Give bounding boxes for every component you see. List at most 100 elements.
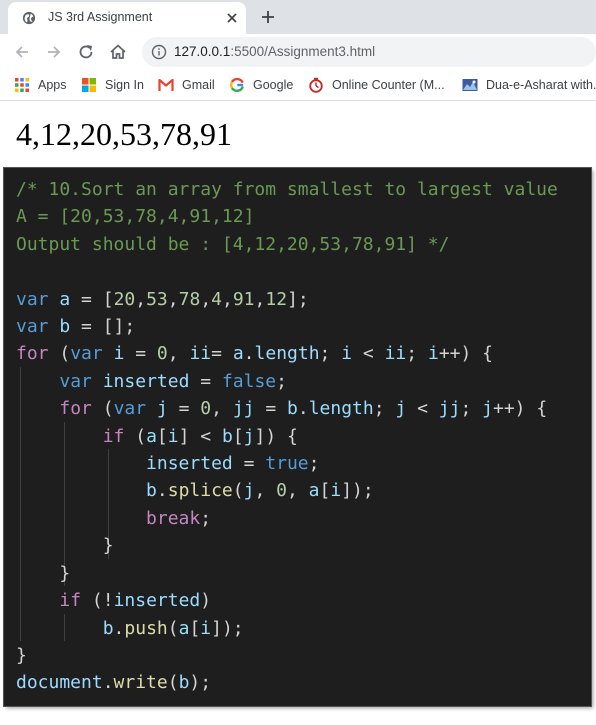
code-token: ( <box>232 480 244 502</box>
bookmark-gmail[interactable]: Gmail <box>158 76 215 94</box>
code-token: } <box>16 562 71 584</box>
code-token: ]; <box>287 288 309 310</box>
code-token: false <box>221 370 277 392</box>
code-token: ( <box>48 343 71 365</box>
info-icon[interactable] <box>151 44 167 60</box>
code-line: var inserted = false; <box>16 368 558 395</box>
code-token: splice <box>167 480 233 502</box>
code-token: var <box>16 316 49 338</box>
bookmark-google[interactable]: Google <box>229 76 293 94</box>
code-line: b.push(a[i]); <box>16 615 558 642</box>
close-tab-icon[interactable] <box>224 10 240 26</box>
home-icon[interactable] <box>108 42 128 62</box>
bookmark-label: Sign In <box>105 78 144 92</box>
back-arrow-icon[interactable] <box>12 42 32 62</box>
bookmark-dua-e-asharat[interactable]: Dua-e-Asharat with... <box>462 76 596 94</box>
bookmark-label: Gmail <box>182 78 215 92</box>
bookmark-image-icon <box>462 79 478 91</box>
code-token: , <box>222 288 233 310</box>
code-line: var a = [20,53,78,4,91,12]; <box>16 286 558 313</box>
bookmark-label: Online Counter (M... <box>332 78 445 92</box>
code-token: for <box>59 398 92 420</box>
bookmark-sign-in[interactable]: Sign In <box>81 76 144 94</box>
reload-icon[interactable] <box>76 42 96 62</box>
code-token: < <box>406 398 439 420</box>
code-token: b <box>287 398 298 420</box>
code-token: var <box>59 370 92 392</box>
code-token: ; <box>373 398 396 420</box>
url-path: :5500/Assignment3.html <box>230 44 376 59</box>
code-token: ; <box>460 398 483 420</box>
code-line: } <box>16 642 558 669</box>
code-token: . <box>243 343 255 365</box>
code-token: length <box>308 398 374 420</box>
code-token: ( <box>167 617 179 639</box>
code-token: ]) { <box>254 425 298 447</box>
code-token: , <box>200 288 212 310</box>
code-token: ( <box>167 672 179 694</box>
forward-arrow-icon[interactable] <box>44 42 64 62</box>
code-token: j <box>156 398 168 420</box>
code-token: b <box>146 480 157 502</box>
code-token: ++) { <box>493 398 548 420</box>
code-line: document.write(b); <box>16 669 558 696</box>
code-token: ; <box>406 343 428 365</box>
code-token: j <box>243 480 255 502</box>
code-line: /* 10.Sort an array from smallest to lar… <box>16 176 558 203</box>
code-token: , <box>254 480 277 502</box>
code-token: /* 10.Sort an array from smallest to lar… <box>16 179 558 200</box>
code-token: inserted <box>102 370 190 392</box>
code-token: < <box>352 343 385 365</box>
code-token: , <box>167 288 179 310</box>
code-token: , <box>167 343 190 365</box>
code-token: a <box>178 617 190 639</box>
apps-grid-icon <box>15 78 29 92</box>
globe-icon <box>22 11 36 25</box>
code-line: b.splice(j, 0, a[i]); <box>16 477 558 504</box>
code-token: [ <box>232 425 244 447</box>
code-screenshot: /* 10.Sort an array from smallest to lar… <box>4 168 591 706</box>
code-token: var <box>113 398 147 420</box>
bookmark-online-counter[interactable]: Online Counter (M... <box>308 76 445 94</box>
code-token: ); <box>189 672 212 694</box>
code-line: for (var i = 0, ii= a.length; i < ii; i+… <box>16 340 558 367</box>
code-line: A = [20,53,78,4,91,12] <box>16 203 558 230</box>
code-token: ; <box>319 343 342 365</box>
code-token: j <box>482 398 493 420</box>
code-token: } <box>16 535 114 557</box>
code-token: 0 <box>156 343 168 365</box>
address-bar[interactable]: 127.0.0.1:5500/Assignment3.html <box>142 37 596 67</box>
code-token: = <box>189 370 222 392</box>
code-token: ++) { <box>438 343 493 365</box>
code-token: for <box>16 343 49 365</box>
tab-title: JS 3rd Assignment <box>48 10 153 24</box>
code-token: A = [20,53,78,4,91,12] <box>16 206 255 228</box>
code-token: ]); <box>341 480 374 502</box>
code-line: inserted = true; <box>16 450 558 477</box>
code-token: , <box>286 480 309 502</box>
code-token: a <box>146 425 157 447</box>
code-token: = <box>124 343 157 365</box>
code-token: Output should be : [4,12,20,53,78,91] */ <box>16 233 450 255</box>
bookmark-label: Google <box>253 78 294 92</box>
code-token: ] < <box>178 425 222 447</box>
bookmark-apps[interactable]: Apps <box>14 76 67 94</box>
code-token: a <box>59 288 71 310</box>
code-line: for (var j = 0, jj = b.length; j < jj; j… <box>16 395 558 422</box>
code-token: b <box>102 617 114 639</box>
code-token: a <box>308 480 320 502</box>
counter-icon <box>309 77 323 93</box>
code-token: 53 <box>146 288 168 310</box>
code-token: if <box>59 590 82 612</box>
browser-tab[interactable]: JS 3rd Assignment <box>8 2 246 34</box>
code-token: 4 <box>211 288 222 310</box>
new-tab-icon[interactable] <box>259 8 277 26</box>
bookmark-label: Dua-e-Asharat with... <box>486 78 596 92</box>
code-token: 0 <box>276 480 287 502</box>
code-token: ]); <box>211 617 244 639</box>
